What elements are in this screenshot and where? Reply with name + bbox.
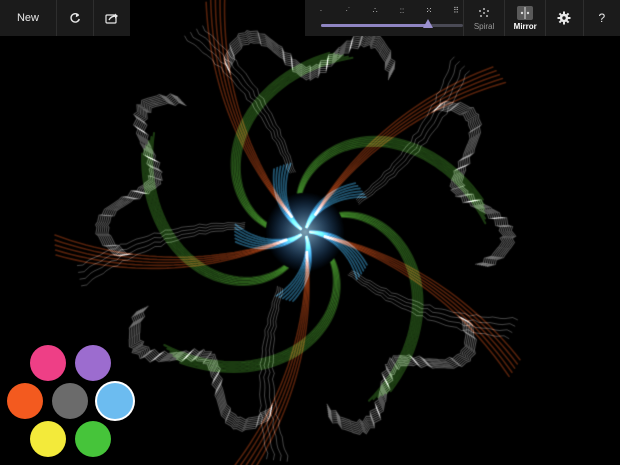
share-icon [105,13,118,24]
symmetry-slider-knob[interactable] [422,19,433,28]
help-button[interactable]: ? [584,0,620,36]
spiral-button[interactable]: Spiral [464,0,504,36]
symmetry-2-icon[interactable]: ·˙ [342,6,354,16]
symmetry-control[interactable]: · ·˙ ∴ :: ⁙ ⠿ [305,0,463,36]
color-palette [0,335,140,465]
color-swatch-gray[interactable] [52,383,88,419]
mirror-icon [517,5,534,20]
color-swatch-purple[interactable] [75,345,111,381]
refresh-icon [70,13,80,23]
color-swatch-orange[interactable] [7,383,43,419]
refresh-button[interactable] [57,0,93,36]
symmetry-6-icon[interactable]: ⠿ [450,6,462,16]
color-swatch-yellow[interactable] [30,421,66,457]
mirror-label: Mirror [513,21,537,31]
settings-button[interactable] [546,0,582,36]
symmetry-5-icon[interactable]: ⁙ [423,6,435,16]
symmetry-1-icon[interactable]: · [315,6,327,16]
spiral-label: Spiral [473,21,495,31]
new-button[interactable]: New [0,0,56,36]
symmetry-slider-fill [321,24,428,27]
symmetry-slider[interactable] [321,19,463,28]
symmetry-4-icon[interactable]: :: [396,6,408,16]
color-swatch-pink[interactable] [30,345,66,381]
toolbar-left: New [0,0,130,36]
spiral-icon [476,6,492,20]
color-swatch-blue[interactable] [97,383,133,419]
gear-icon [557,11,571,25]
toolbar-right: · ·˙ ∴ :: ⁙ ⠿ Spiral Mirror ? [305,0,620,36]
symmetry-3-icon[interactable]: ∴ [369,6,381,16]
share-button[interactable] [94,0,130,36]
color-swatch-green[interactable] [75,421,111,457]
mirror-button[interactable]: Mirror [505,0,545,36]
